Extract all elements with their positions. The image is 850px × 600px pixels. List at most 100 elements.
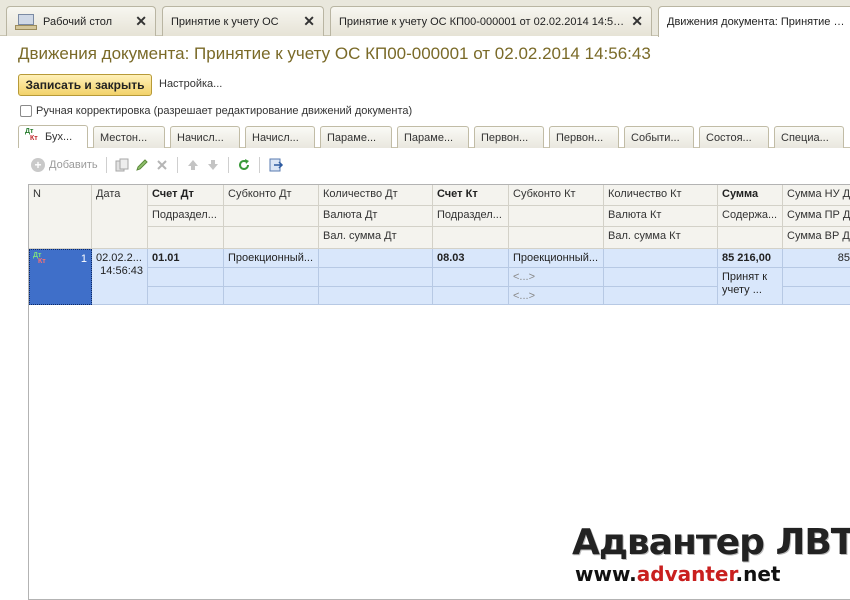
cell-sum-vr[interactable] xyxy=(783,287,850,305)
col-header-qty-dt[interactable]: Количество Дт xyxy=(319,185,433,206)
toolbar-divider xyxy=(258,157,260,173)
edit-button[interactable] xyxy=(132,155,152,175)
col-header-acc-dt-sub[interactable]: Подраздел... xyxy=(148,206,224,227)
col-header-cur-sum-dt[interactable]: Вал. сумма Дт xyxy=(319,227,433,249)
close-icon[interactable]: ✕ xyxy=(631,13,643,30)
cell-qty-dt[interactable] xyxy=(319,249,433,268)
col-header-empty xyxy=(148,227,224,249)
tab-os-acceptance-doc-label: Принятие к учету ОС КП00-000001 от 02.02… xyxy=(339,15,626,28)
move-down-button[interactable] xyxy=(203,155,223,175)
export-icon xyxy=(269,158,283,172)
tab-register[interactable]: Начисл... xyxy=(245,126,315,148)
col-header-subkonto-kt[interactable]: Субконто Кт xyxy=(509,185,604,206)
save-and-close-button[interactable]: Записать и закрыть xyxy=(18,74,152,96)
tab-desktop[interactable]: Рабочий стол ✕ xyxy=(6,6,156,36)
grid-toolbar: + Добавить xyxy=(28,154,850,176)
delete-button[interactable] xyxy=(152,155,172,175)
cell-subkonto-kt-3[interactable]: <...> xyxy=(509,287,604,305)
tab-document-movements[interactable]: Движения документа: Принятие к у xyxy=(658,6,850,37)
manual-correction-checkbox[interactable]: Ручная корректировка (разрешает редактир… xyxy=(20,105,412,117)
delete-icon xyxy=(156,160,167,170)
tab-register[interactable]: Параме... xyxy=(397,126,469,148)
add-icon: + xyxy=(31,158,45,172)
col-header-content[interactable]: Содержа... xyxy=(718,206,783,227)
col-header-cur-sum-kt[interactable]: Вал. сумма Кт xyxy=(604,227,718,249)
watermark-url: www.advanter.net xyxy=(575,562,781,586)
cell-subkonto-dt[interactable]: Проекционный... xyxy=(224,249,319,268)
row-number-cell[interactable]: Дт Кт 1 xyxy=(29,249,92,305)
tab-accounting-register[interactable]: Дт Кт Бух... xyxy=(18,125,88,148)
tab-register[interactable]: Параме... xyxy=(320,126,392,148)
col-header-sum[interactable]: Сумма xyxy=(718,185,783,206)
col-header-acc-kt-sub[interactable]: Подраздел... xyxy=(433,206,509,227)
tab-label: Бух... xyxy=(45,131,73,143)
cell-cur-sum-kt[interactable] xyxy=(604,287,718,305)
cell-cur-sum-dt[interactable] xyxy=(319,287,433,305)
col-header-acc-dt[interactable]: Счет Дт xyxy=(148,185,224,206)
settings-button[interactable]: Настройка... xyxy=(159,78,222,90)
cell-empty[interactable] xyxy=(148,268,224,287)
tab-document-movements-label: Движения документа: Принятие к у xyxy=(667,16,845,28)
tab-os-acceptance-doc[interactable]: Принятие к учету ОС КП00-000001 от 02.02… xyxy=(330,6,652,36)
move-up-button[interactable] xyxy=(183,155,203,175)
close-icon[interactable]: ✕ xyxy=(135,13,147,30)
tab-label: Первон... xyxy=(481,131,529,144)
cell-empty[interactable] xyxy=(148,287,224,305)
cell-content[interactable]: Принят к учету ... xyxy=(718,268,783,305)
add-button[interactable]: + Добавить xyxy=(28,155,101,175)
window-tab-bar: Рабочий стол ✕ Принятие к учету ОС ✕ При… xyxy=(0,0,850,37)
tab-os-acceptance-list[interactable]: Принятие к учету ОС ✕ xyxy=(162,6,324,36)
col-header-empty xyxy=(224,206,319,227)
tab-register[interactable]: Первон... xyxy=(474,126,544,148)
col-header-acc-kt[interactable]: Счет Кт xyxy=(433,185,509,206)
col-header-sum-nu[interactable]: Сумма НУ Д xyxy=(783,185,850,206)
copy-button[interactable] xyxy=(112,155,132,175)
tab-label: Специа... xyxy=(781,131,829,144)
pencil-icon xyxy=(135,159,148,171)
col-header-n[interactable]: N xyxy=(29,185,92,249)
cell-acc-kt[interactable]: 08.03 xyxy=(433,249,509,268)
refresh-icon xyxy=(238,159,249,170)
cell-sum-nu[interactable]: 85 xyxy=(783,249,850,268)
tab-register[interactable]: Состоя... xyxy=(699,126,769,148)
cell-cur-kt[interactable] xyxy=(604,268,718,287)
cell-cur-dt[interactable] xyxy=(319,268,433,287)
col-header-cur-dt[interactable]: Валюта Дт xyxy=(319,206,433,227)
refresh-button[interactable] xyxy=(234,155,254,175)
tab-label: Состоя... xyxy=(706,131,752,144)
tab-label: Начисл... xyxy=(177,131,224,144)
tab-register[interactable]: Первон... xyxy=(549,126,619,148)
cell-subkonto-kt-2[interactable]: <...> xyxy=(509,268,604,287)
tab-register[interactable]: Специа... xyxy=(774,126,844,148)
cell-sum-pr[interactable] xyxy=(783,268,850,287)
col-header-sum-pr[interactable]: Сумма ПР Д xyxy=(783,206,850,227)
col-header-cur-kt[interactable]: Валюта Кт xyxy=(604,206,718,227)
arrow-up-icon xyxy=(187,160,198,170)
col-header-sum-vr[interactable]: Сумма ВР Д xyxy=(783,227,850,249)
tab-label: Параме... xyxy=(404,131,454,144)
close-icon[interactable]: ✕ xyxy=(303,13,315,30)
col-header-qty-kt[interactable]: Количество Кт xyxy=(604,185,718,206)
tab-register[interactable]: Начисл... xyxy=(170,126,240,148)
tab-label: Событи... xyxy=(631,131,680,144)
tab-register[interactable]: Местон... xyxy=(93,126,165,148)
cell-empty[interactable] xyxy=(433,287,509,305)
tab-label: Местон... xyxy=(100,131,148,144)
cell-acc-dt[interactable]: 01.01 xyxy=(148,249,224,268)
cell-empty[interactable] xyxy=(224,268,319,287)
cell-date[interactable]: 02.02.2... 14:56:43 xyxy=(92,249,148,305)
cell-empty[interactable] xyxy=(224,287,319,305)
copy-icon xyxy=(115,158,129,172)
col-header-subkonto-dt[interactable]: Субконто Дт xyxy=(224,185,319,206)
cell-subkonto-kt[interactable]: Проекционный... xyxy=(509,249,604,268)
cell-qty-kt[interactable] xyxy=(604,249,718,268)
cell-sum[interactable]: 85 216,00 xyxy=(718,249,783,268)
checkbox-box[interactable] xyxy=(20,105,32,117)
col-header-empty xyxy=(509,206,604,227)
cell-empty[interactable] xyxy=(433,268,509,287)
tab-label: Параме... xyxy=(327,131,377,144)
tab-register[interactable]: Событи... xyxy=(624,126,694,148)
col-header-empty xyxy=(509,227,604,249)
export-button[interactable] xyxy=(265,155,287,175)
col-header-date[interactable]: Дата xyxy=(92,185,148,249)
